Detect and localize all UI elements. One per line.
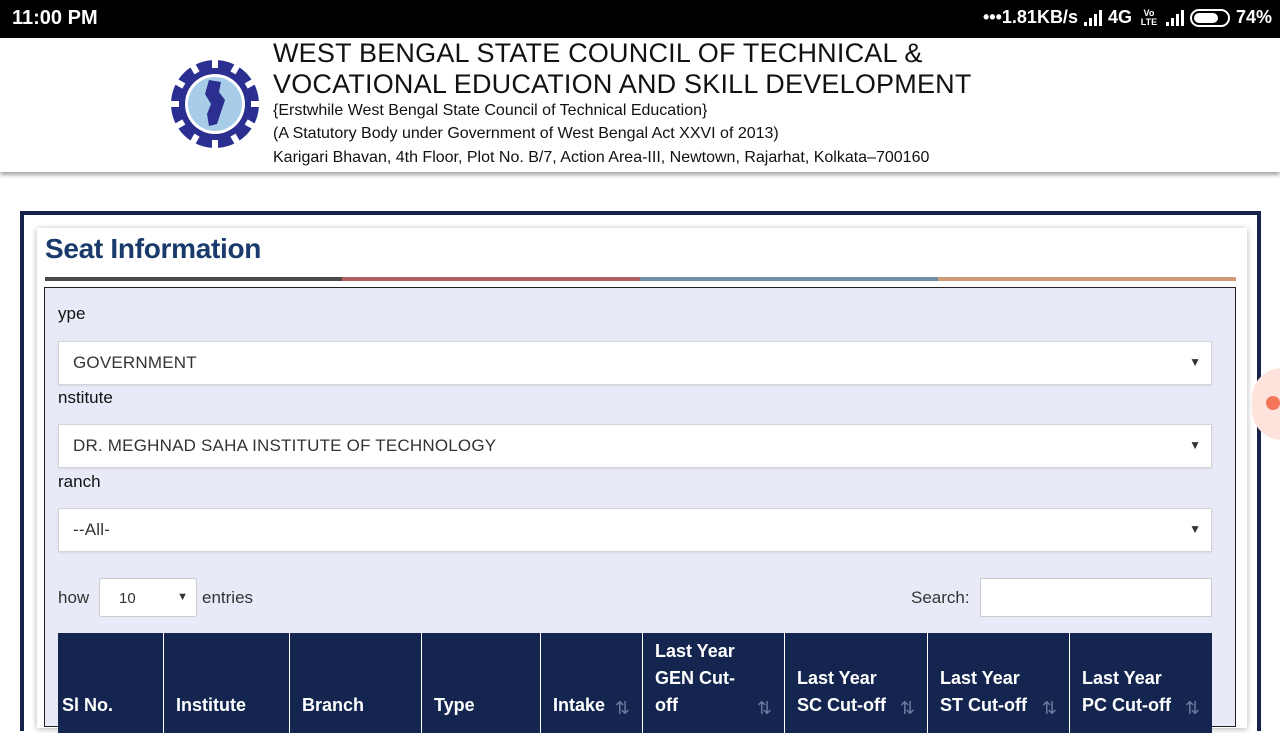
column-header-st-cutoff[interactable]: Last Year ST Cut-off ⇅ bbox=[927, 633, 1069, 733]
sort-arrows-icon[interactable]: ⇅ bbox=[757, 698, 772, 719]
type-select-value: GOVERNMENT bbox=[73, 353, 197, 372]
institute-select[interactable]: DR. MEGHNAD SAHA INSTITUTE OF TECHNOLOGY… bbox=[58, 424, 1212, 468]
column-header-intake[interactable]: Intake ⇅ bbox=[540, 633, 642, 733]
title-underline-segment bbox=[640, 277, 938, 281]
signal-icon-2 bbox=[1165, 9, 1184, 26]
sort-arrows-icon[interactable]: ⇅ bbox=[900, 698, 915, 719]
branch-select-value: --All- bbox=[73, 520, 111, 539]
status-bar: 11:00 PM •••1.81KB/s 4G Vo LTE 74% bbox=[0, 0, 1280, 38]
volte-indicator: Vo LTE bbox=[1140, 7, 1158, 27]
page-title: Seat Information bbox=[45, 233, 262, 264]
council-subtitle-statutory: (A Statutory Body under Government of We… bbox=[273, 125, 779, 142]
column-header-type[interactable]: Type bbox=[421, 633, 540, 733]
sort-arrows-icon[interactable]: ⇅ bbox=[615, 698, 630, 719]
network-type: 4G bbox=[1107, 7, 1132, 27]
column-header-sl-no[interactable]: Sl No. bbox=[58, 633, 163, 733]
search-input[interactable] bbox=[980, 578, 1212, 617]
branch-label: ranch bbox=[58, 472, 101, 491]
column-header-branch[interactable]: Branch bbox=[289, 633, 421, 733]
title-underline-segment bbox=[342, 277, 640, 281]
column-header-institute[interactable]: Institute bbox=[163, 633, 289, 733]
sort-arrows-icon[interactable]: ⇅ bbox=[1042, 698, 1057, 719]
chevron-down-icon: ▼ bbox=[1189, 522, 1201, 536]
sort-arrows-icon[interactable]: ⇅ bbox=[1185, 698, 1200, 719]
council-address: Karigari Bhavan, 4th Floor, Plot No. B/7… bbox=[273, 149, 930, 166]
entries-value: 10 bbox=[119, 590, 136, 607]
chevron-down-icon: ▼ bbox=[1189, 438, 1201, 452]
network-speed: •••1.81KB/s bbox=[983, 7, 1078, 27]
column-header-gen-cutoff[interactable]: Last Year GEN Cut-off ⇅ bbox=[642, 633, 784, 733]
title-underline-segment bbox=[938, 277, 1236, 281]
battery-icon bbox=[1189, 8, 1230, 27]
chevron-down-icon: ▼ bbox=[177, 591, 188, 603]
institute-select-value: DR. MEGHNAD SAHA INSTITUTE OF TECHNOLOGY bbox=[73, 436, 497, 455]
search-label: Search: bbox=[911, 588, 970, 607]
status-time: 11:00 PM bbox=[12, 7, 98, 29]
battery-fill bbox=[1193, 12, 1218, 23]
column-header-pc-cutoff[interactable]: Last Year PC Cut-off ⇅ bbox=[1069, 633, 1212, 733]
site-header: WEST BENGAL STATE COUNCIL OF TECHNICAL &… bbox=[0, 38, 1280, 172]
show-label: how bbox=[58, 588, 90, 607]
council-seal-icon bbox=[169, 58, 261, 150]
council-title-line2: VOCATIONAL EDUCATION AND SKILL DEVELOPME… bbox=[273, 69, 972, 99]
status-icons: •••1.81KB/s 4G Vo LTE 74% bbox=[983, 7, 1272, 28]
signal-icon bbox=[1083, 9, 1102, 26]
battery-percent: 74% bbox=[1235, 7, 1272, 27]
type-select[interactable]: GOVERNMENT ▼ bbox=[58, 341, 1212, 385]
institute-label: nstitute bbox=[58, 388, 113, 407]
entries-label: entries bbox=[202, 588, 254, 607]
title-underline-segment bbox=[45, 277, 342, 281]
type-label: ype bbox=[58, 304, 86, 323]
council-title-line1: WEST BENGAL STATE COUNCIL OF TECHNICAL & bbox=[273, 38, 923, 68]
chevron-down-icon: ▼ bbox=[1189, 355, 1201, 369]
table-header: Sl No. Institute Branch Type Intake ⇅ La… bbox=[58, 633, 1212, 733]
entries-per-page-select[interactable]: 10 ▼ bbox=[99, 578, 197, 617]
council-subtitle-erstwhile: {Erstwhile West Bengal State Council of … bbox=[273, 102, 708, 119]
column-header-sc-cutoff[interactable]: Last Year SC Cut-off ⇅ bbox=[784, 633, 927, 733]
branch-select[interactable]: --All- ▼ bbox=[58, 508, 1212, 552]
record-dot-icon bbox=[1266, 396, 1280, 410]
